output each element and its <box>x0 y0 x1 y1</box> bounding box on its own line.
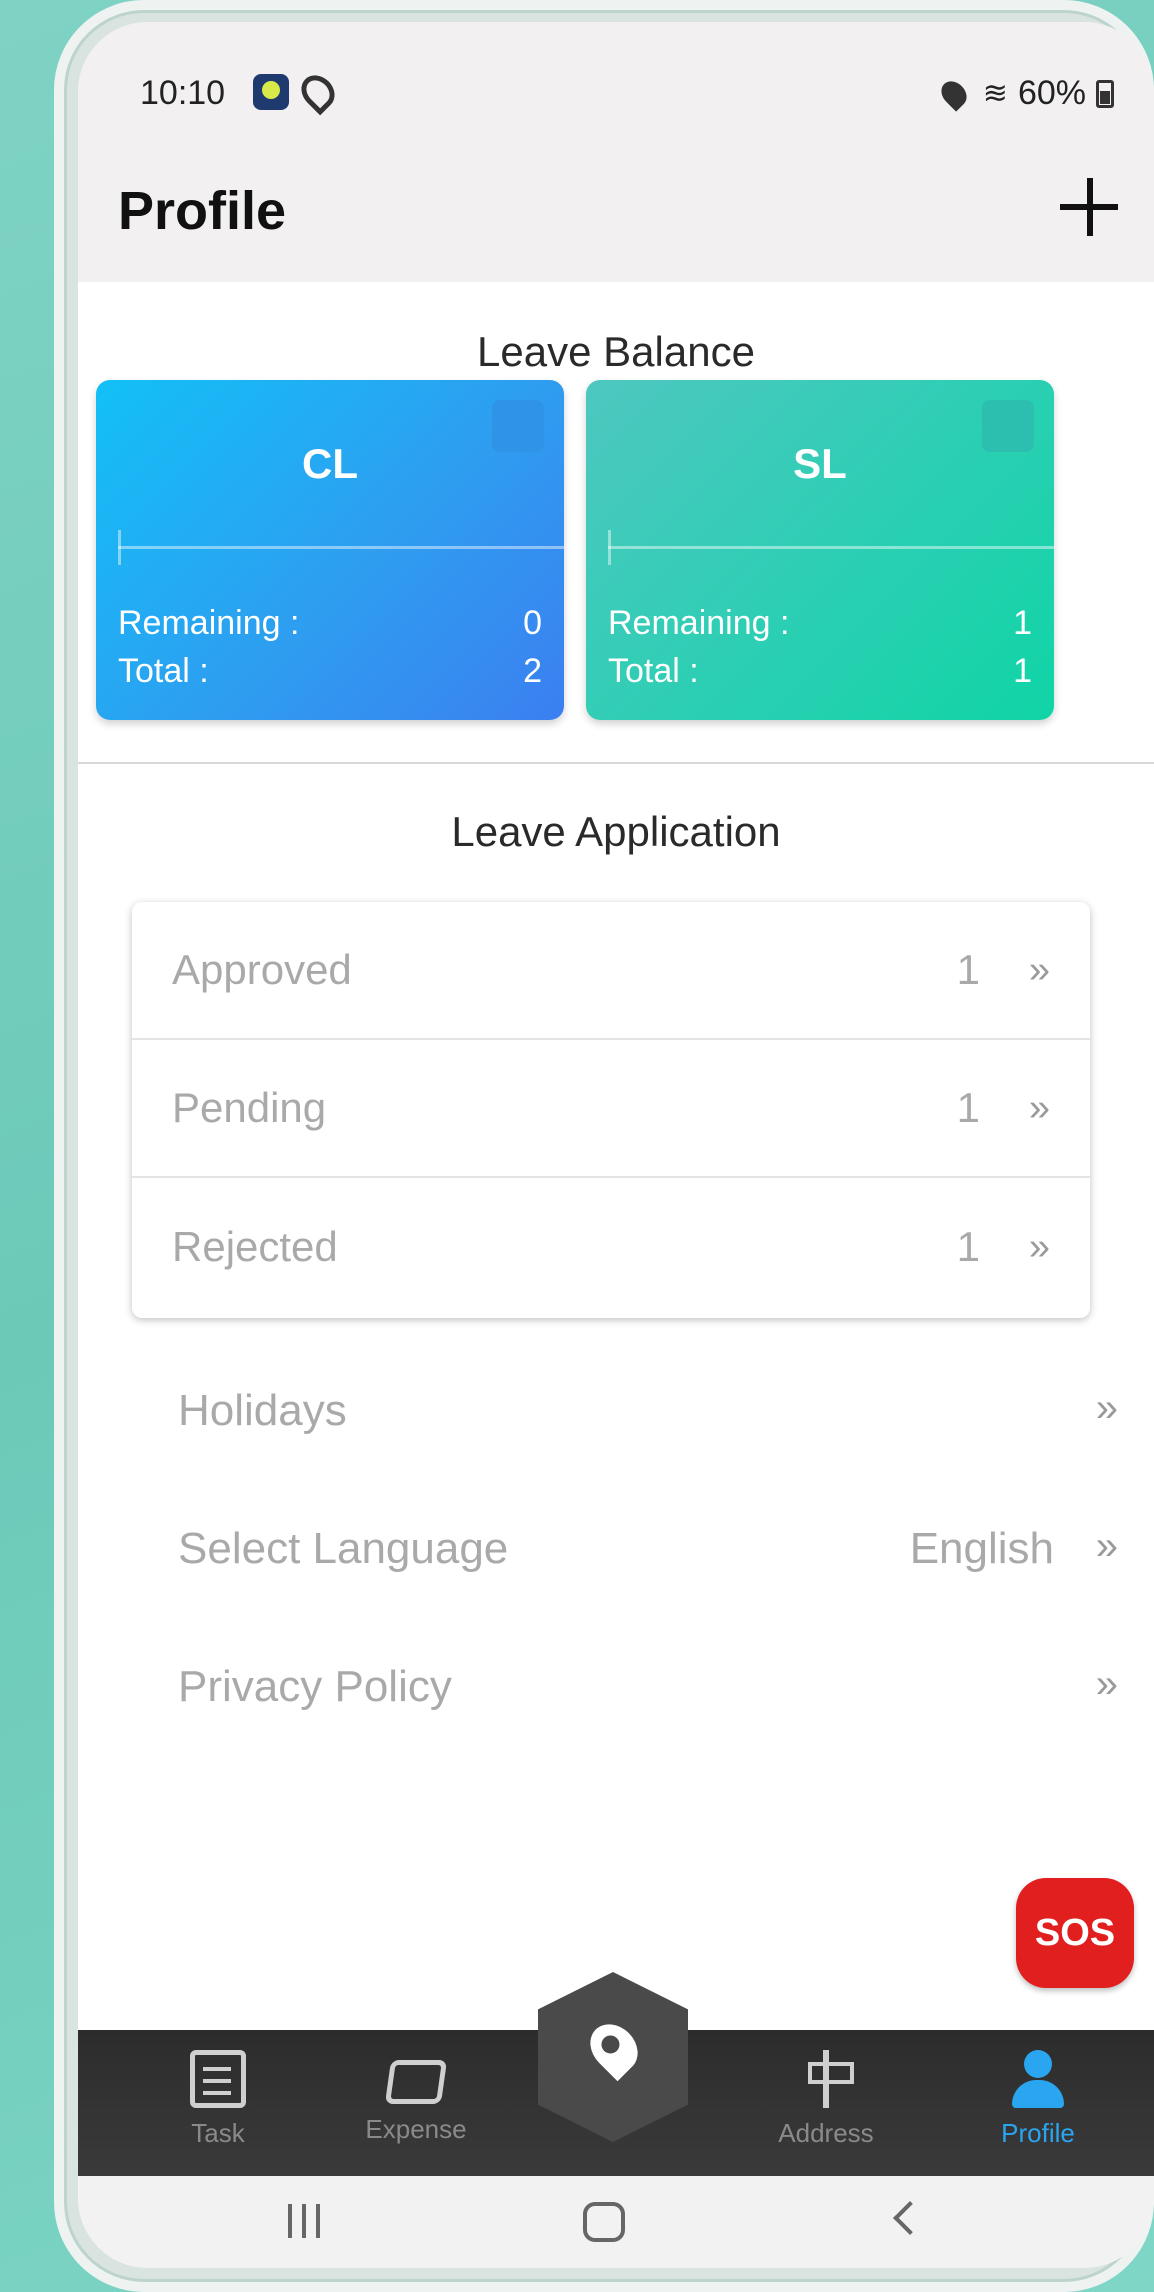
location-notification-icon <box>294 68 342 116</box>
leave-balance-title: Leave Balance <box>477 328 755 375</box>
status-right: ≋ 60% <box>936 74 1114 113</box>
total-value: 2 <box>523 652 542 690</box>
page-title: Profile <box>118 181 287 241</box>
app-header: Profile <box>78 142 1154 282</box>
leave-row-label: Pending <box>172 1084 327 1131</box>
leave-card-sl[interactable]: SL Remaining : 1 Total : 1 <box>586 380 1054 720</box>
chevron-right-icon: » <box>1028 948 1050 991</box>
leave-row-rejected[interactable]: Rejected 1 » <box>132 1178 1090 1316</box>
leave-application-list: Approved 1 » Pending 1 » Rejected 1 » <box>132 902 1090 1318</box>
menu-item-select-language[interactable]: Select Language English » <box>78 1498 1154 1598</box>
nav-item-label: Expense <box>365 2114 467 2144</box>
leave-application-title: Leave Application <box>451 808 781 855</box>
total-row: Total : 2 <box>118 652 542 691</box>
sos-button[interactable]: SOS <box>1016 1878 1134 1988</box>
add-icon[interactable] <box>1054 172 1124 242</box>
chevron-right-icon: » <box>1095 1386 1118 1430</box>
total-value: 1 <box>1013 652 1032 690</box>
leave-row-pending[interactable]: Pending 1 » <box>132 1040 1090 1178</box>
menu-item-label: Holidays <box>178 1386 347 1435</box>
nav-item-label: Task <box>191 2118 245 2148</box>
nav-item-expense[interactable]: Expense <box>336 2050 496 2145</box>
wifi-signal-icon: ≋ <box>982 77 1008 110</box>
chevron-right-icon: » <box>1095 1524 1118 1568</box>
status-bar: 10:10 ≋ 60% <box>78 22 1154 142</box>
menu-item-value: English <box>909 1524 1054 1573</box>
battery-icon <box>1096 79 1114 108</box>
nav-item-address[interactable]: Address <box>746 2050 906 2149</box>
menu-item-privacy-policy[interactable]: Privacy Policy » <box>78 1636 1154 1736</box>
leave-row-count: 1 <box>956 1223 980 1270</box>
chevron-right-icon: » <box>1028 1086 1050 1129</box>
nav-item-profile[interactable]: Profile <box>958 2050 1118 2149</box>
leave-card-name: CL <box>302 440 358 487</box>
menu-item-holidays[interactable]: Holidays » <box>78 1360 1154 1460</box>
menu-item-label: Privacy Policy <box>178 1662 452 1711</box>
remaining-value: 0 <box>523 604 542 642</box>
remaining-value: 1 <box>1013 604 1032 642</box>
leave-row-count: 1 <box>956 946 980 993</box>
chevron-right-icon: » <box>1028 1225 1050 1268</box>
remaining-label: Remaining : <box>118 604 300 642</box>
back-icon[interactable] <box>893 2201 927 2235</box>
person-icon <box>1010 2050 1066 2108</box>
leave-row-label: Approved <box>172 946 352 993</box>
status-time: 10:10 <box>140 74 226 112</box>
location-icon <box>936 75 972 112</box>
remaining-row: Remaining : 1 <box>608 604 1032 643</box>
system-navigation-bar <box>78 2176 1154 2268</box>
nav-item-task[interactable]: Task <box>138 2050 298 2149</box>
nav-item-label: Profile <box>1001 2118 1075 2148</box>
card-divider <box>608 530 1054 565</box>
chevron-right-icon: » <box>1095 1662 1118 1706</box>
total-row: Total : 1 <box>608 652 1032 691</box>
home-icon[interactable] <box>583 2202 625 2242</box>
remaining-row: Remaining : 0 <box>118 604 542 643</box>
leave-row-approved[interactable]: Approved 1 » <box>132 902 1090 1040</box>
remaining-label: Remaining : <box>608 604 790 642</box>
leave-card-name: SL <box>793 440 847 487</box>
total-label: Total : <box>118 652 209 690</box>
app-notification-icon <box>253 74 289 110</box>
menu-item-label: Select Language <box>178 1524 509 1573</box>
task-icon <box>190 2050 246 2108</box>
card-divider <box>118 530 564 565</box>
leave-row-label: Rejected <box>172 1223 338 1270</box>
section-divider <box>78 762 1154 764</box>
app-screen: 10:10 ≋ 60% Profile Leave Balance CL Rem… <box>78 22 1154 2268</box>
recent-apps-icon[interactable] <box>288 2204 328 2238</box>
signpost-icon <box>798 2050 854 2108</box>
total-label: Total : <box>608 652 699 690</box>
leave-row-count: 1 <box>956 1084 980 1131</box>
wallet-icon <box>384 2060 448 2104</box>
nav-item-label: Address <box>778 2118 874 2148</box>
battery-percent: 60% <box>1017 74 1086 112</box>
leave-card-cl[interactable]: CL Remaining : 0 Total : 2 <box>96 380 564 720</box>
